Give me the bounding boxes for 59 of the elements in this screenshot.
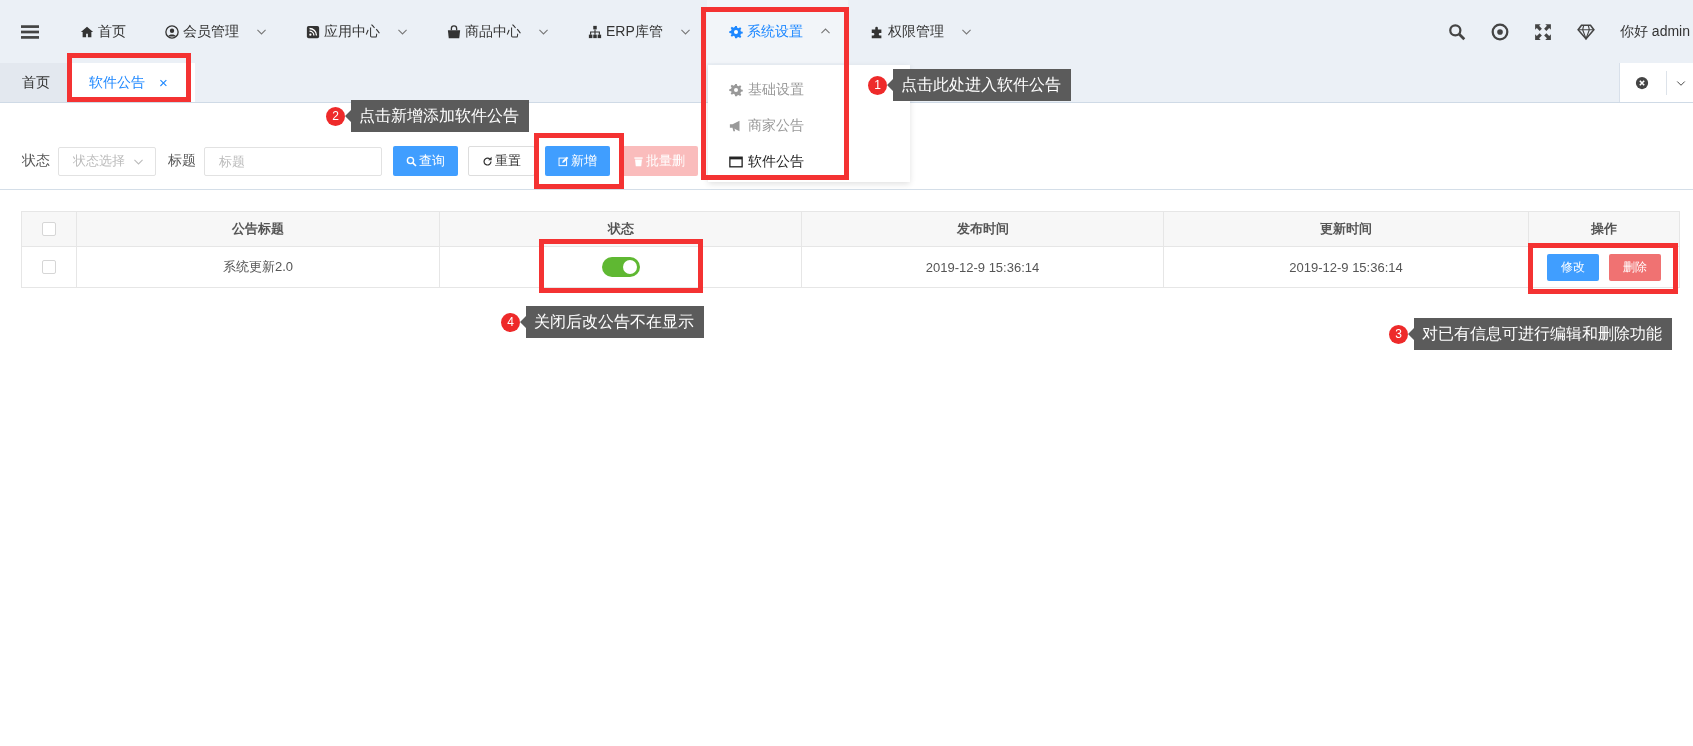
toggle-switch[interactable] <box>601 257 640 277</box>
nav-menu-item[interactable]: 首页 <box>58 0 143 63</box>
callout-tooltip: 关闭后改公告不在显示 <box>520 306 704 338</box>
column-header: 状态 <box>439 211 802 247</box>
megaphone-icon <box>729 119 743 133</box>
filter-label: 标题 <box>168 152 196 170</box>
column-header: 公告标题 <box>76 211 440 247</box>
step-number-badge: 2 <box>326 106 345 126</box>
delete-button[interactable]: 删除 <box>1609 253 1661 281</box>
checkbox[interactable] <box>42 260 56 274</box>
menu-icon[interactable] <box>21 22 39 41</box>
sitemap-icon <box>588 24 602 39</box>
toolbar-button[interactable]: 查询 <box>393 146 458 176</box>
gear-icon <box>729 83 743 97</box>
filter-label: 状态 <box>22 152 50 170</box>
close-circle-icon[interactable] <box>1635 75 1649 90</box>
column-header: 更新时间 <box>1163 211 1529 247</box>
edit-button[interactable]: 修改 <box>1547 253 1599 281</box>
shopping-bag-icon <box>447 24 461 39</box>
gear-icon <box>729 24 743 39</box>
callout-tooltip: 对已有信息可进行编辑和删除功能 <box>1408 318 1672 350</box>
window-icon <box>729 155 743 169</box>
target-icon[interactable] <box>1490 22 1509 41</box>
refresh-icon <box>482 155 493 167</box>
nav-menu-item[interactable]: 权限管理 <box>848 0 989 63</box>
column-header: 发布时间 <box>801 211 1164 247</box>
trash-icon <box>633 155 644 167</box>
table-cell: 系统更新2.0 <box>76 246 440 288</box>
dropdown-item[interactable]: 商家公告 <box>717 108 804 144</box>
step-number-badge: 3 <box>1389 324 1408 344</box>
rss-icon <box>306 24 320 39</box>
nav-menu-item[interactable]: 系统设置 <box>707 0 848 63</box>
nav-menu-item[interactable]: 应用中心 <box>284 0 425 63</box>
checkbox[interactable] <box>42 222 56 236</box>
callout-tooltip: 点击此处进入软件公告 <box>887 69 1071 101</box>
nav-menu-item[interactable]: ERP库管 <box>566 0 707 63</box>
title-field[interactable]: 标题 <box>204 146 382 176</box>
home-icon <box>80 24 94 39</box>
toolbar-button[interactable]: 新增 <box>545 146 610 176</box>
dropdown-item[interactable]: 软件公告 <box>717 144 804 180</box>
tab-label: 软件公告 <box>89 73 145 92</box>
edit-icon <box>558 155 569 167</box>
toolbar-button[interactable]: 重置 <box>468 146 535 176</box>
tab-label: 首页 <box>22 73 50 92</box>
fullscreen-icon[interactable] <box>1533 22 1552 41</box>
diamond-icon[interactable] <box>1576 22 1595 41</box>
table-cell: 2019-12-9 15:36:14 <box>801 246 1164 288</box>
user-greeting[interactable]: 你好 admin <box>1619 22 1690 41</box>
dropdown-item[interactable]: 基础设置 <box>717 72 804 108</box>
step-number-badge: 4 <box>501 312 520 332</box>
puzzle-icon <box>870 24 884 39</box>
nav-menu-item[interactable]: 商品中心 <box>425 0 566 63</box>
user-circle-icon <box>165 24 179 39</box>
tab-close-button[interactable]: × <box>159 74 168 91</box>
search-icon[interactable] <box>1447 22 1466 41</box>
nav-menu-item[interactable]: 会员管理 <box>143 0 284 63</box>
search-icon <box>406 155 417 167</box>
status-select[interactable]: 状态选择 <box>58 146 156 176</box>
callout-tooltip: 点击新增添加软件公告 <box>345 100 529 132</box>
